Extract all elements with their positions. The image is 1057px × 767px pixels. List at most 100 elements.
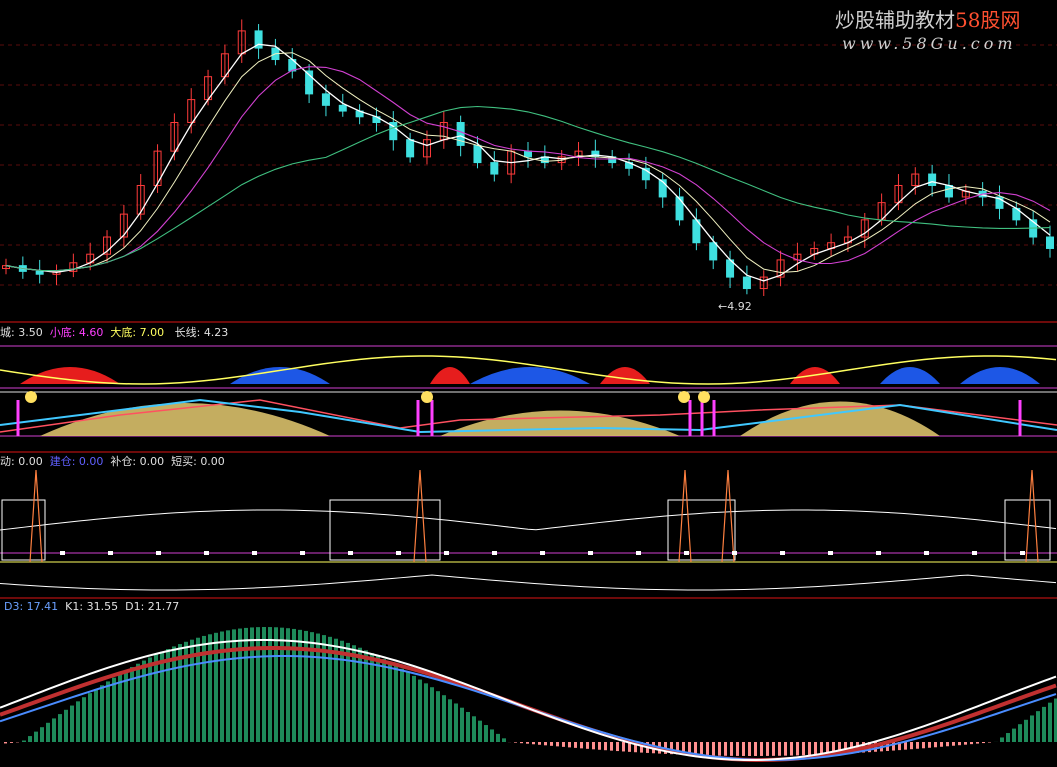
ind3-bar [700,742,703,756]
ind3-bar [472,716,476,742]
ind3-bar [964,742,967,745]
ind3-bar [532,742,535,745]
ind2-upper-line [0,509,1057,531]
ind3-bar [760,742,763,756]
ind3-bar [706,742,709,756]
ind3-bar [298,629,302,742]
ind3-bar [1012,728,1016,742]
ind3-bar [268,627,272,742]
candle-body [473,144,482,164]
ind3-bar [496,733,500,742]
ind1-band [600,367,650,384]
ind3-bar [766,742,769,756]
ind3-bar [622,742,625,752]
ind3-bar [808,742,811,756]
price-panel [2,19,1054,296]
ind2-peak [678,469,692,563]
ind3-bar [514,742,517,743]
ind3-bar [958,742,961,746]
ind3-bar [46,722,50,742]
ind3-bar [412,675,416,742]
ma20-line [5,66,1051,272]
ind3-bar [556,742,559,747]
smiley-icon [698,391,710,403]
ind3-bar [58,714,62,742]
ind3-bar [1030,715,1034,742]
ind3-bar [220,631,224,742]
ind3-bar [934,742,937,748]
ind3-bar [748,742,751,756]
low-price-annotation: ←4.92 [718,300,752,313]
ind3-bar [430,687,434,742]
ind3-bar [586,742,589,749]
ind3-bar [1006,733,1010,742]
ind3-bar [928,742,931,748]
ind3-bar [460,707,464,742]
ind3-bar [118,674,122,742]
ind3-bar [400,668,404,742]
ind2-label-3: 短买: 0.00 [171,455,225,468]
ind3-bar [28,736,32,742]
ind2-peak [29,469,43,563]
ind3-bar [346,642,350,742]
ind3-bar [790,742,793,756]
ind3-bar [250,627,254,742]
ind1-label-0: 城: 3.50 [0,326,43,339]
ind3-bar [742,742,745,756]
candle-body [321,93,330,106]
ind3-bar [94,689,98,742]
smiley-icon [678,391,690,403]
indicator3-legend: D3: 17.41 K1: 31.55 D1: 21.77 [4,600,179,613]
ind3-bar [34,731,38,742]
ind3-bar [142,660,146,742]
ind3-bar [40,727,44,742]
ind3-bar [730,742,733,756]
ind3-bar [454,703,458,742]
ind3-bar [610,742,613,751]
ind3-bar [574,742,577,748]
ind2-dot [492,551,497,555]
candle-body [490,162,499,175]
ind3-bar [376,655,380,742]
ind3-bar [988,742,991,743]
ind3-bar [1048,702,1052,742]
indicator1-legend: 城: 3.50 小底: 4.60 大底: 7.00 长线: 4.23 [0,324,228,340]
ind1-label-2: 大底: 7.00 [110,326,165,339]
ind3-bar [952,742,955,746]
ind3-bar [370,653,374,742]
ind1-hill [440,410,680,436]
ind3-bar [598,742,601,750]
ind3-bar [382,659,386,742]
ind2-dot [684,551,689,555]
ind3-bar [490,729,494,742]
ind1-label-3: 长线: 4.23 [174,326,229,339]
ind3-bar [136,663,140,742]
ind3-bar [148,657,152,742]
indicator2-legend: 动: 0.00 建仓: 0.00 补仓: 0.00 短买: 0.00 [0,453,225,469]
ind3-bar [712,742,715,756]
ind1-band [960,367,1040,384]
ind3-bar [160,651,164,742]
ind3-bar [166,648,170,742]
ind2-label-0: 动: 0.00 [0,455,43,468]
candle-body [742,276,751,290]
ind3-bar [814,742,817,755]
ind2-dot [636,551,641,555]
ind2-dot [60,551,65,555]
ind1-band [880,367,940,384]
ind2-dot [876,551,881,555]
ind3-bar [616,742,619,752]
ind2-dot [444,551,449,555]
ind3-bar [538,742,541,745]
ind3-bar [424,683,428,742]
chart-canvas [0,19,1057,762]
ind3-bar [478,720,482,742]
ind3-bar [1018,724,1022,742]
ind1-band [430,367,470,384]
candle-body [338,104,347,112]
ind3-bar [436,691,440,742]
ind2-peak [1025,469,1039,563]
ind2-dot [252,551,257,555]
ind3-bar [88,693,92,742]
ind2-peak [413,469,427,563]
